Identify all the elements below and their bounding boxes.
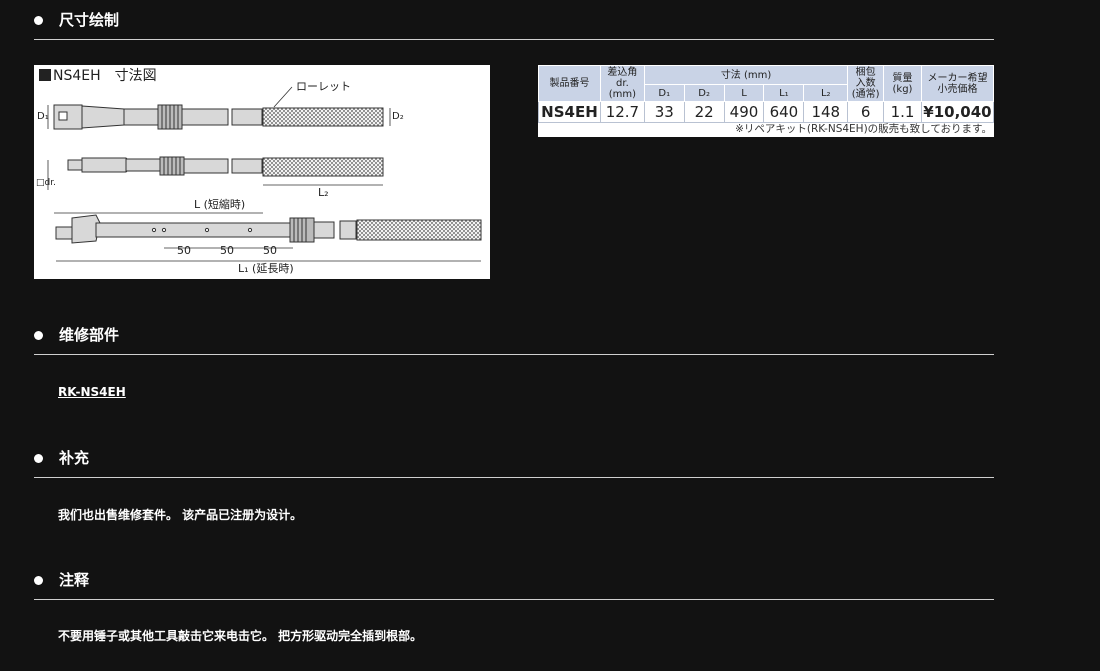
section-title: 维修部件: [59, 326, 120, 344]
header-dimensions: 寸法 (mm): [643, 65, 849, 85]
label-d1: D₁: [37, 111, 49, 122]
spec-note: ※リペアキット(RK-NS4EH)の販売も致しております。: [538, 122, 994, 136]
label-l1-extended: L₁ (延長時): [238, 262, 294, 275]
header-d2: D₂: [683, 84, 725, 102]
section-title: 尺寸绘制: [59, 11, 120, 29]
cell-model: NS4EH: [538, 101, 601, 122]
header-pack: 梱包 入数 (通常): [847, 65, 885, 102]
header-mass: 質量 (kg): [883, 65, 922, 102]
cell-pack: 6: [847, 101, 885, 122]
label-l2: L₂: [318, 186, 329, 199]
label-50-a: 50: [177, 244, 191, 257]
cell-l1: 640: [763, 101, 805, 122]
section-title: 注释: [59, 571, 90, 589]
cell-l2: 148: [803, 101, 849, 122]
cell-d2: 22: [683, 101, 725, 122]
bullet-icon: [34, 331, 43, 340]
spec-table-panel: 製品番号 差込角 dr. (mm) 寸法 (mm) 梱包 入数 (通常) 質量 (kg) …: [538, 65, 995, 137]
dimension-drawing: NS4EH 寸法図 ローレット D₁ D₂ □dr. L₂ L (短縮時) 50…: [34, 65, 490, 279]
bar-top-view: [53, 104, 384, 130]
label-dr: □dr.: [36, 178, 56, 188]
section-title: 补充: [59, 449, 90, 467]
bullet-icon: [34, 454, 43, 463]
bullet-icon: [34, 576, 43, 585]
label-l-short: L (短縮時): [194, 198, 246, 211]
header-l2: L₂: [803, 84, 849, 102]
label-knurl: ローレット: [296, 80, 351, 93]
bar-side-view: [67, 156, 384, 177]
table-row: NS4EH 12.7 33 22 490 640 148 6 1.1 ¥10,0…: [538, 101, 995, 122]
spec-table: 製品番号 差込角 dr. (mm) 寸法 (mm) 梱包 入数 (通常) 質量 (kg) …: [538, 65, 995, 122]
notes-text: 不要用锤子或其他工具敲击它来电击它。 把方形驱动完全插到根部。: [58, 629, 423, 643]
section-header-drawing: 尺寸绘制: [34, 10, 994, 40]
label-d2: D₂: [392, 111, 404, 122]
header-l1: L₁: [763, 84, 805, 102]
cell-mass: 1.1: [883, 101, 922, 122]
section-header-parts: 维修部件: [34, 325, 994, 355]
cell-l: 490: [723, 101, 765, 122]
header-l: L: [723, 84, 765, 102]
header-drive: 差込角 dr. (mm): [599, 65, 645, 102]
drawing-svg: [47, 86, 482, 262]
cell-d1: 33: [643, 101, 685, 122]
supplement-text: 我们也出售维修套件。 该产品已注册为设计。: [58, 508, 303, 522]
section-header-notes: 注释: [34, 570, 994, 600]
header-model: 製品番号: [538, 65, 601, 102]
cell-price: ¥10,040: [920, 101, 995, 122]
header-price: メーカー希望 小売価格: [920, 65, 995, 102]
bullet-icon: [34, 16, 43, 25]
cell-drive: 12.7: [599, 101, 645, 122]
bar-extended-view: [55, 214, 482, 244]
repair-kit-link[interactable]: RK-NS4EH: [58, 384, 126, 400]
section-header-supplement: 补充: [34, 448, 994, 478]
label-50-b: 50: [220, 244, 234, 257]
label-50-c: 50: [263, 244, 277, 257]
header-d1: D₁: [643, 84, 685, 102]
